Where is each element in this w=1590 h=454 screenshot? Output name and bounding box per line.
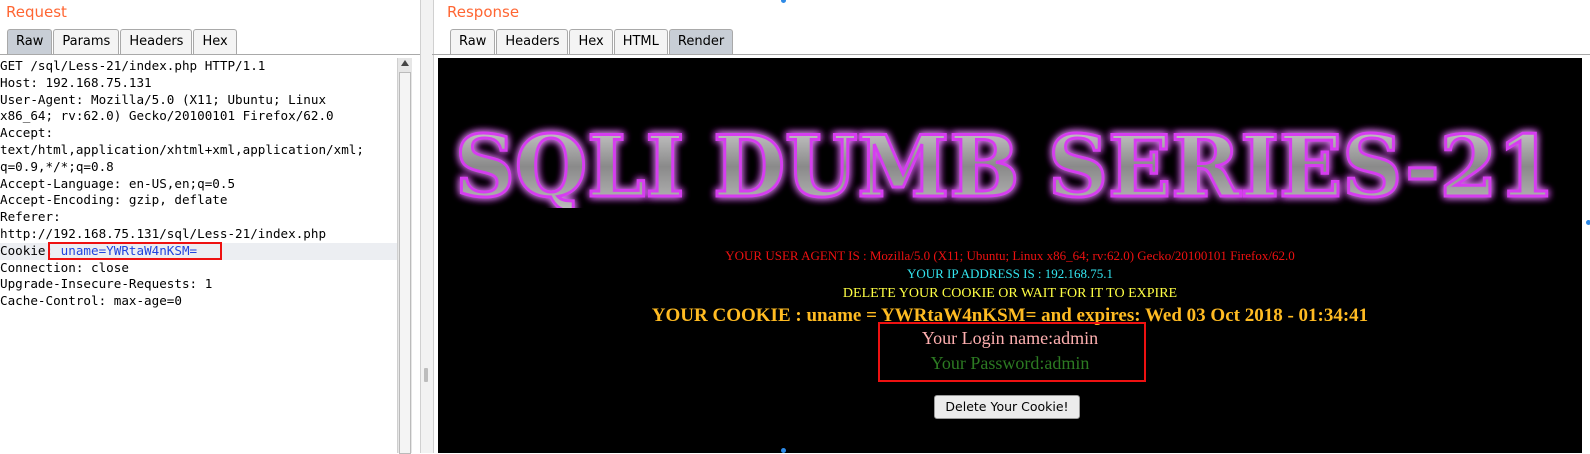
render-view: SQLI DUMB SERIES-21 YOUR USER AGENT IS :… <box>438 58 1582 453</box>
resize-handle[interactable] <box>1586 220 1590 225</box>
cookie-key: Cookie: <box>0 242 54 258</box>
request-line: Upgrade-Insecure-Requests: 1 <box>0 276 213 292</box>
tab-raw[interactable]: Raw <box>450 29 496 54</box>
tab-raw[interactable]: Raw <box>7 29 53 54</box>
response-panel: Response Raw Headers Hex HTML Render SQL… <box>432 0 1590 453</box>
login-name-text: Your Login name:admin <box>921 328 1099 348</box>
request-line: text/html,application/xhtml+xml,applicat… <box>0 141 364 157</box>
tab-render[interactable]: Render <box>668 29 734 54</box>
tab-underline <box>432 54 1590 55</box>
tab-hex[interactable]: Hex <box>193 29 237 54</box>
user-agent-text: YOUR USER AGENT IS : Mozilla/5.0 (X11; U… <box>725 248 1295 263</box>
sqli-banner-image: SQLI DUMB SERIES-21 <box>454 118 1557 208</box>
delete-cookie-message: DELETE YOUR COOKIE OR WAIT FOR IT TO EXP… <box>842 286 1178 301</box>
resize-handle[interactable] <box>781 448 786 453</box>
ip-address-text: YOUR IP ADDRESS IS : 192.168.75.1 <box>906 266 1114 281</box>
tab-headers[interactable]: Headers <box>496 29 569 54</box>
request-panel: Request Raw Params Headers Hex GET /sql/… <box>0 0 420 454</box>
banner-text: SQLI DUMB SERIES-21 <box>455 118 1555 208</box>
tab-params[interactable]: Params <box>53 29 120 54</box>
request-line: x86_64; rv:62.0) Gecko/20100101 Firefox/… <box>0 108 334 124</box>
scroll-up-arrow-icon[interactable] <box>401 60 409 66</box>
tab-hex[interactable]: Hex <box>569 29 613 54</box>
tab-html[interactable]: HTML <box>613 29 668 54</box>
request-line: Cache-Control: max-age=0 <box>0 293 182 309</box>
response-title: Response <box>447 3 520 21</box>
password-text: Your Password:admin <box>930 353 1090 373</box>
tab-underline <box>0 54 420 55</box>
request-line: http://192.168.75.131/sql/Less-21/index.… <box>0 225 327 241</box>
request-line: Connection: close <box>0 259 129 275</box>
request-line: Accept-Encoding: gzip, deflate <box>0 192 228 208</box>
request-line: Accept: <box>0 125 54 141</box>
request-line: User-Agent: Mozilla/5.0 (X11; Ubuntu; Li… <box>0 91 327 107</box>
request-line: Host: 192.168.75.131 <box>0 74 152 90</box>
request-line: GET /sql/Less-21/index.php HTTP/1.1 <box>0 58 266 73</box>
request-line: q=0.9,*/*;q=0.8 <box>0 158 114 174</box>
request-line: Referer: <box>0 209 61 225</box>
request-tabs: Raw Params Headers Hex <box>7 29 238 54</box>
request-line: Accept-Language: en-US,en;q=0.5 <box>0 175 236 191</box>
cookie-highlight-box <box>48 242 222 260</box>
delete-cookie-button[interactable]: Delete Your Cookie! <box>934 395 1080 419</box>
response-tabs: Raw Headers Hex HTML Render <box>450 29 734 54</box>
request-scrollbar[interactable] <box>397 58 412 454</box>
scroll-thumb[interactable] <box>399 72 411 454</box>
tab-headers[interactable]: Headers <box>120 29 193 54</box>
request-title: Request <box>6 3 67 21</box>
splitter-grip[interactable] <box>424 368 428 382</box>
request-editor[interactable]: GET /sql/Less-21/index.php HTTP/1.1 Host… <box>0 58 398 453</box>
